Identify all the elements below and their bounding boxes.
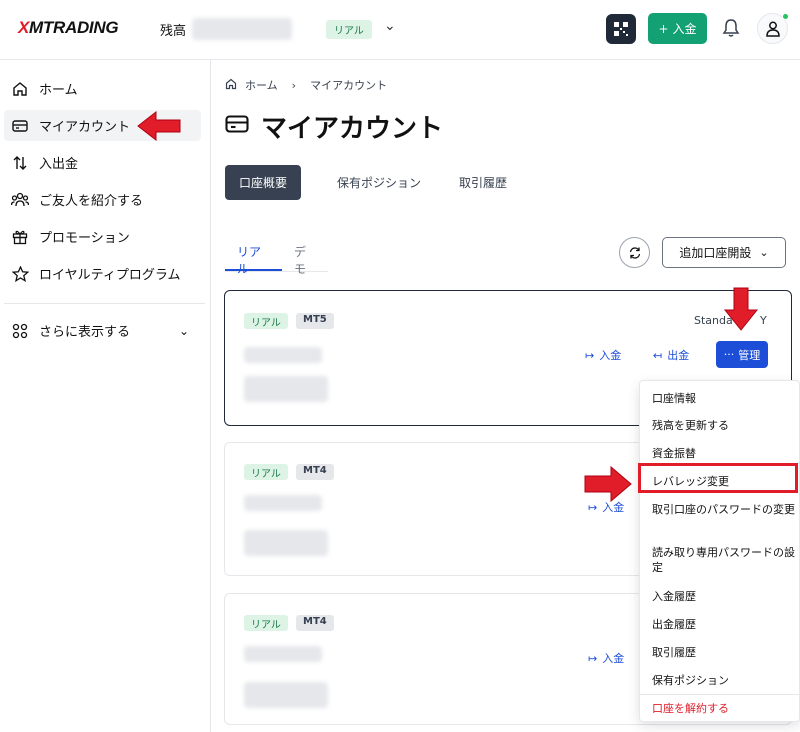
card-deposit-link[interactable]: ↦ 入金 — [585, 347, 621, 363]
top-bar: XMTRADING 残高 リアル ⌄ + 入金 — [0, 0, 800, 60]
sidebar-item-promotion[interactable]: プロモーション — [4, 221, 201, 252]
subtab-real[interactable]: リアル — [225, 237, 282, 276]
open-account-label: 追加口座開設 — [679, 246, 752, 260]
sidebar-item-label: ホーム — [39, 83, 78, 98]
account-mode-badge: リアル — [244, 615, 288, 631]
menu-item-refresh-balance[interactable]: 残高を更新する — [652, 418, 797, 433]
tab-open-positions[interactable]: 保有ポジション — [323, 165, 435, 200]
menu-item-close-account[interactable]: 口座を解約する — [652, 701, 797, 716]
annotation-arrow-left-icon — [137, 110, 181, 142]
menu-item-change-trading-password[interactable]: 取引口座のパスワードの変更 — [652, 502, 797, 517]
card-withdraw-link[interactable]: ↤ 出金 — [653, 347, 689, 363]
home-icon — [11, 80, 29, 98]
leverage-highlight-box — [638, 463, 798, 493]
bell-icon[interactable] — [722, 18, 740, 42]
header-deposit-button[interactable]: + 入金 — [648, 13, 707, 44]
tab-trade-history[interactable]: 取引履歴 — [445, 165, 521, 200]
tab-account-overview[interactable]: 口座概要 — [225, 165, 302, 200]
qr-code-button[interactable] — [606, 14, 636, 44]
page-title-text: マイアカウント — [261, 114, 444, 144]
deposit-label: 入金 — [602, 652, 625, 665]
sidebar: ホーム マイアカウント 入出金 ご友人を紹介する プロモーション ロイヤルティプ… — [0, 60, 211, 732]
manage-button[interactable]: ··· 管理 — [716, 341, 768, 368]
subtab-demo[interactable]: デモ — [282, 237, 328, 276]
refresh-button[interactable] — [619, 237, 650, 268]
menu-item-withdraw-history[interactable]: 出金履歴 — [652, 617, 797, 632]
qr-icon — [614, 22, 628, 36]
account-balance-blurred — [244, 530, 328, 556]
menu-item-account-info[interactable]: 口座情報 — [652, 391, 797, 406]
account-number-blurred — [244, 646, 322, 662]
platform-badge: MT5 — [296, 313, 334, 329]
sidebar-item-loyalty[interactable]: ロイヤルティプログラム — [4, 258, 201, 289]
user-avatar-button[interactable] — [757, 13, 789, 44]
manage-label: 管理 — [738, 348, 761, 362]
gift-icon — [11, 228, 29, 246]
sidebar-item-label: ロイヤルティプログラム — [39, 268, 181, 283]
platform-badge: MT4 — [296, 615, 334, 631]
menu-item-trade-history[interactable]: 取引履歴 — [652, 645, 797, 660]
account-mode-badge: リアル — [244, 313, 288, 329]
wallet-icon — [11, 117, 29, 135]
breadcrumb-current: マイアカウント — [310, 79, 388, 92]
wallet-icon — [225, 112, 249, 142]
sidebar-item-label: プロモーション — [39, 231, 130, 246]
grid-icon — [11, 322, 29, 340]
sidebar-item-referral[interactable]: ご友人を紹介する — [4, 184, 201, 215]
sidebar-item-home[interactable]: ホーム — [4, 73, 201, 104]
arrow-out-icon: ↤ — [653, 348, 663, 362]
menu-item-deposit-history[interactable]: 入金履歴 — [652, 589, 797, 604]
sidebar-show-more[interactable]: さらに表示する ⌄ — [4, 315, 201, 346]
menu-divider — [640, 694, 800, 695]
plus-icon: + — [658, 21, 669, 36]
refresh-icon — [629, 246, 640, 259]
account-balance-blurred — [244, 376, 328, 402]
online-status-dot — [782, 13, 789, 20]
arrow-in-icon: ↦ — [585, 348, 595, 362]
account-balance-blurred — [244, 682, 328, 708]
sidebar-more-label: さらに表示する — [39, 325, 131, 340]
sidebar-item-label: ご友人を紹介する — [39, 194, 144, 209]
deposit-label: 入金 — [599, 349, 622, 362]
platform-badge: MT4 — [296, 464, 334, 480]
xm-logo[interactable]: XMTRADING — [18, 18, 119, 38]
page-title: マイアカウント — [225, 108, 443, 145]
people-icon — [11, 191, 29, 209]
transfer-icon — [11, 154, 29, 172]
sidebar-divider — [4, 303, 205, 304]
account-mode-tabs: リアル デモ — [225, 237, 328, 276]
home-icon[interactable] — [225, 78, 237, 93]
chevron-down-icon[interactable]: ⌄ — [384, 18, 396, 34]
sidebar-item-deposit-withdraw[interactable]: 入出金 — [4, 147, 201, 178]
balance-label: 残高 — [160, 24, 187, 39]
star-icon — [11, 265, 29, 283]
chevron-right-icon: › — [291, 78, 297, 92]
account-type-suffix: Y — [760, 314, 767, 327]
manage-dropdown-menu: 口座情報 残高を更新する 資金振替 レバレッジ変更 取引口座のパスワードの変更 … — [639, 380, 800, 722]
card-deposit-link[interactable]: ↦ 入金 — [588, 650, 624, 666]
sidebar-item-label: 入出金 — [39, 157, 79, 172]
withdraw-label: 出金 — [667, 349, 690, 362]
breadcrumb-home[interactable]: ホーム — [245, 77, 278, 93]
account-mode-badge: リアル — [244, 464, 288, 480]
annotation-arrow-right-icon — [584, 465, 632, 503]
user-icon — [766, 21, 780, 37]
menu-item-fund-transfer[interactable]: 資金振替 — [652, 446, 797, 461]
menu-item-open-positions[interactable]: 保有ポジション — [652, 673, 797, 688]
open-additional-account-button[interactable]: 追加口座開設 ⌄ — [662, 237, 786, 268]
arrow-in-icon: ↦ — [588, 651, 598, 665]
more-dots-icon: ··· — [723, 348, 735, 361]
chevron-down-icon: ⌄ — [759, 246, 769, 259]
chevron-down-icon: ⌄ — [178, 323, 189, 338]
sidebar-item-label: マイアカウント — [39, 120, 131, 135]
account-mode-badge: リアル — [326, 20, 372, 39]
menu-item-readonly-password[interactable]: 読み取り専用パスワードの設定 — [652, 545, 797, 575]
account-number-blurred — [244, 347, 322, 363]
breadcrumb: ホーム › マイアカウント — [225, 77, 387, 93]
annotation-arrow-down-icon — [723, 287, 759, 331]
main-tabs: 口座概要 保有ポジション 取引履歴 — [225, 165, 521, 200]
account-number-blurred — [244, 495, 322, 511]
balance-value-blurred — [192, 18, 292, 40]
deposit-label: 入金 — [672, 22, 697, 36]
